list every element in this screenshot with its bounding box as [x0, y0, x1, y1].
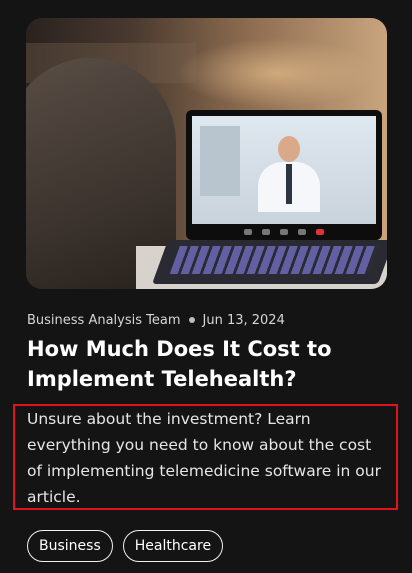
- article-tags: Business Healthcare: [27, 530, 224, 562]
- video-call-display: [192, 116, 376, 224]
- article-date: Jun 13, 2024: [202, 312, 285, 328]
- background-light: [176, 38, 376, 108]
- laptop-screen: [186, 110, 382, 240]
- tag-business[interactable]: Business: [27, 530, 113, 562]
- share-icon: [280, 229, 288, 235]
- mic-icon: [244, 229, 252, 235]
- doctor-head: [278, 136, 300, 162]
- doctor-tie: [286, 164, 292, 204]
- article-meta: Business Analysis Team Jun 13, 2024: [27, 310, 285, 330]
- keyboard-backlight: [169, 246, 378, 274]
- chat-icon: [298, 229, 306, 235]
- article-excerpt: Unsure about the investment? Learn every…: [27, 410, 381, 506]
- separator-dot-icon: [188, 317, 195, 323]
- tag-healthcare[interactable]: Healthcare: [122, 530, 224, 562]
- laptop-keyboard: [151, 240, 387, 284]
- article-hero-image[interactable]: [26, 18, 387, 289]
- camera-icon: [262, 229, 270, 235]
- article-title[interactable]: How Much Does It Cost to Implement Teleh…: [27, 334, 377, 394]
- clinic-cabinet: [200, 126, 240, 196]
- video-call-controls: [192, 226, 376, 238]
- end-call-icon: [316, 229, 324, 235]
- article-author[interactable]: Business Analysis Team: [27, 313, 181, 328]
